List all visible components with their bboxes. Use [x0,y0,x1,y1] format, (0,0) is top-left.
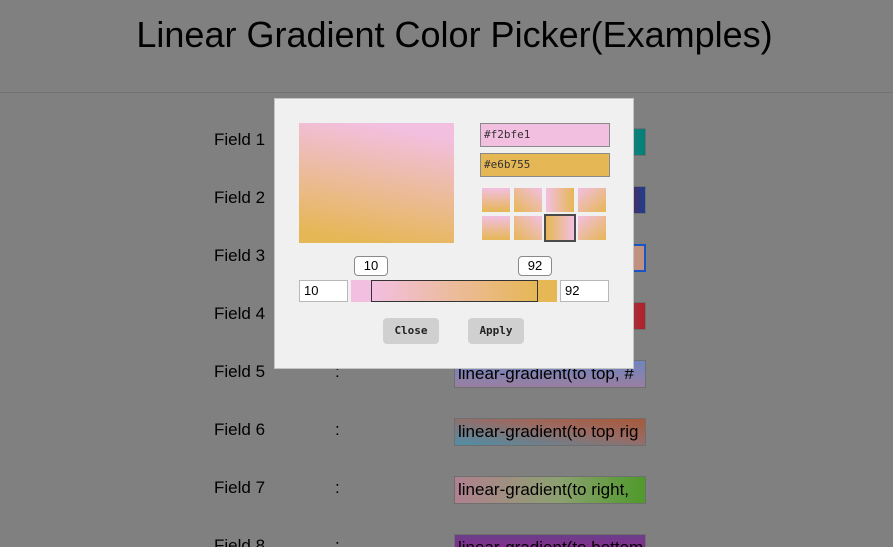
direction-swatch-to-left[interactable] [544,214,576,242]
field-colon: : [335,478,340,497]
field-row-6: Field 6 : linear-gradient(to top rig [0,418,893,448]
page-title: Linear Gradient Color Picker(Examples) [136,14,773,55]
field-label: Field 7 [214,478,266,497]
end-stop-label: 92 [518,256,552,276]
stop-range-handle[interactable] [371,280,538,302]
gradient-preview [299,123,454,243]
field-colon: : [335,536,340,547]
direction-swatch-to-bottom-left[interactable] [514,216,542,240]
field-label: Field 5 [214,362,266,381]
field-row-7: Field 7 : linear-gradient(to right, [0,476,893,506]
direction-swatch-to-bottom[interactable] [482,216,510,240]
field-colon: : [335,420,340,439]
field-label: Field 8 [214,536,266,547]
gradient-input[interactable]: linear-gradient(to right, [454,476,646,504]
start-color-input[interactable]: #f2bfe1 [480,123,610,147]
title-divider [0,92,893,93]
field-label: Field 2 [214,188,266,207]
direction-swatch-to-top-right[interactable] [514,188,542,212]
stop-range-slider[interactable] [351,280,557,302]
direction-swatch-to-top-left[interactable] [578,216,606,240]
direction-swatch-to-top[interactable] [482,188,510,212]
field-label: Field 4 [214,304,266,323]
start-stop-input[interactable]: 10 [299,280,348,302]
apply-button[interactable]: Apply [468,318,524,344]
end-color-input[interactable]: #e6b755 [480,153,610,177]
field-label: Field 6 [214,420,266,439]
end-stop-input[interactable]: 92 [560,280,609,302]
field-label: Field 1 [214,130,266,149]
gradient-picker-dialog: #f2bfe1 #e6b755 10 92 10 92 Close Apply [274,98,634,369]
direction-swatch-to-right[interactable] [546,188,574,212]
gradient-input[interactable]: linear-gradient(to bottom [454,534,646,547]
direction-swatch-to-bottom-right[interactable] [578,188,606,212]
field-label: Field 3 [214,246,266,265]
gradient-input[interactable]: linear-gradient(to top rig [454,418,646,446]
close-button[interactable]: Close [383,318,439,344]
start-stop-label: 10 [354,256,388,276]
field-row-8: Field 8 : linear-gradient(to bottom [0,534,893,547]
